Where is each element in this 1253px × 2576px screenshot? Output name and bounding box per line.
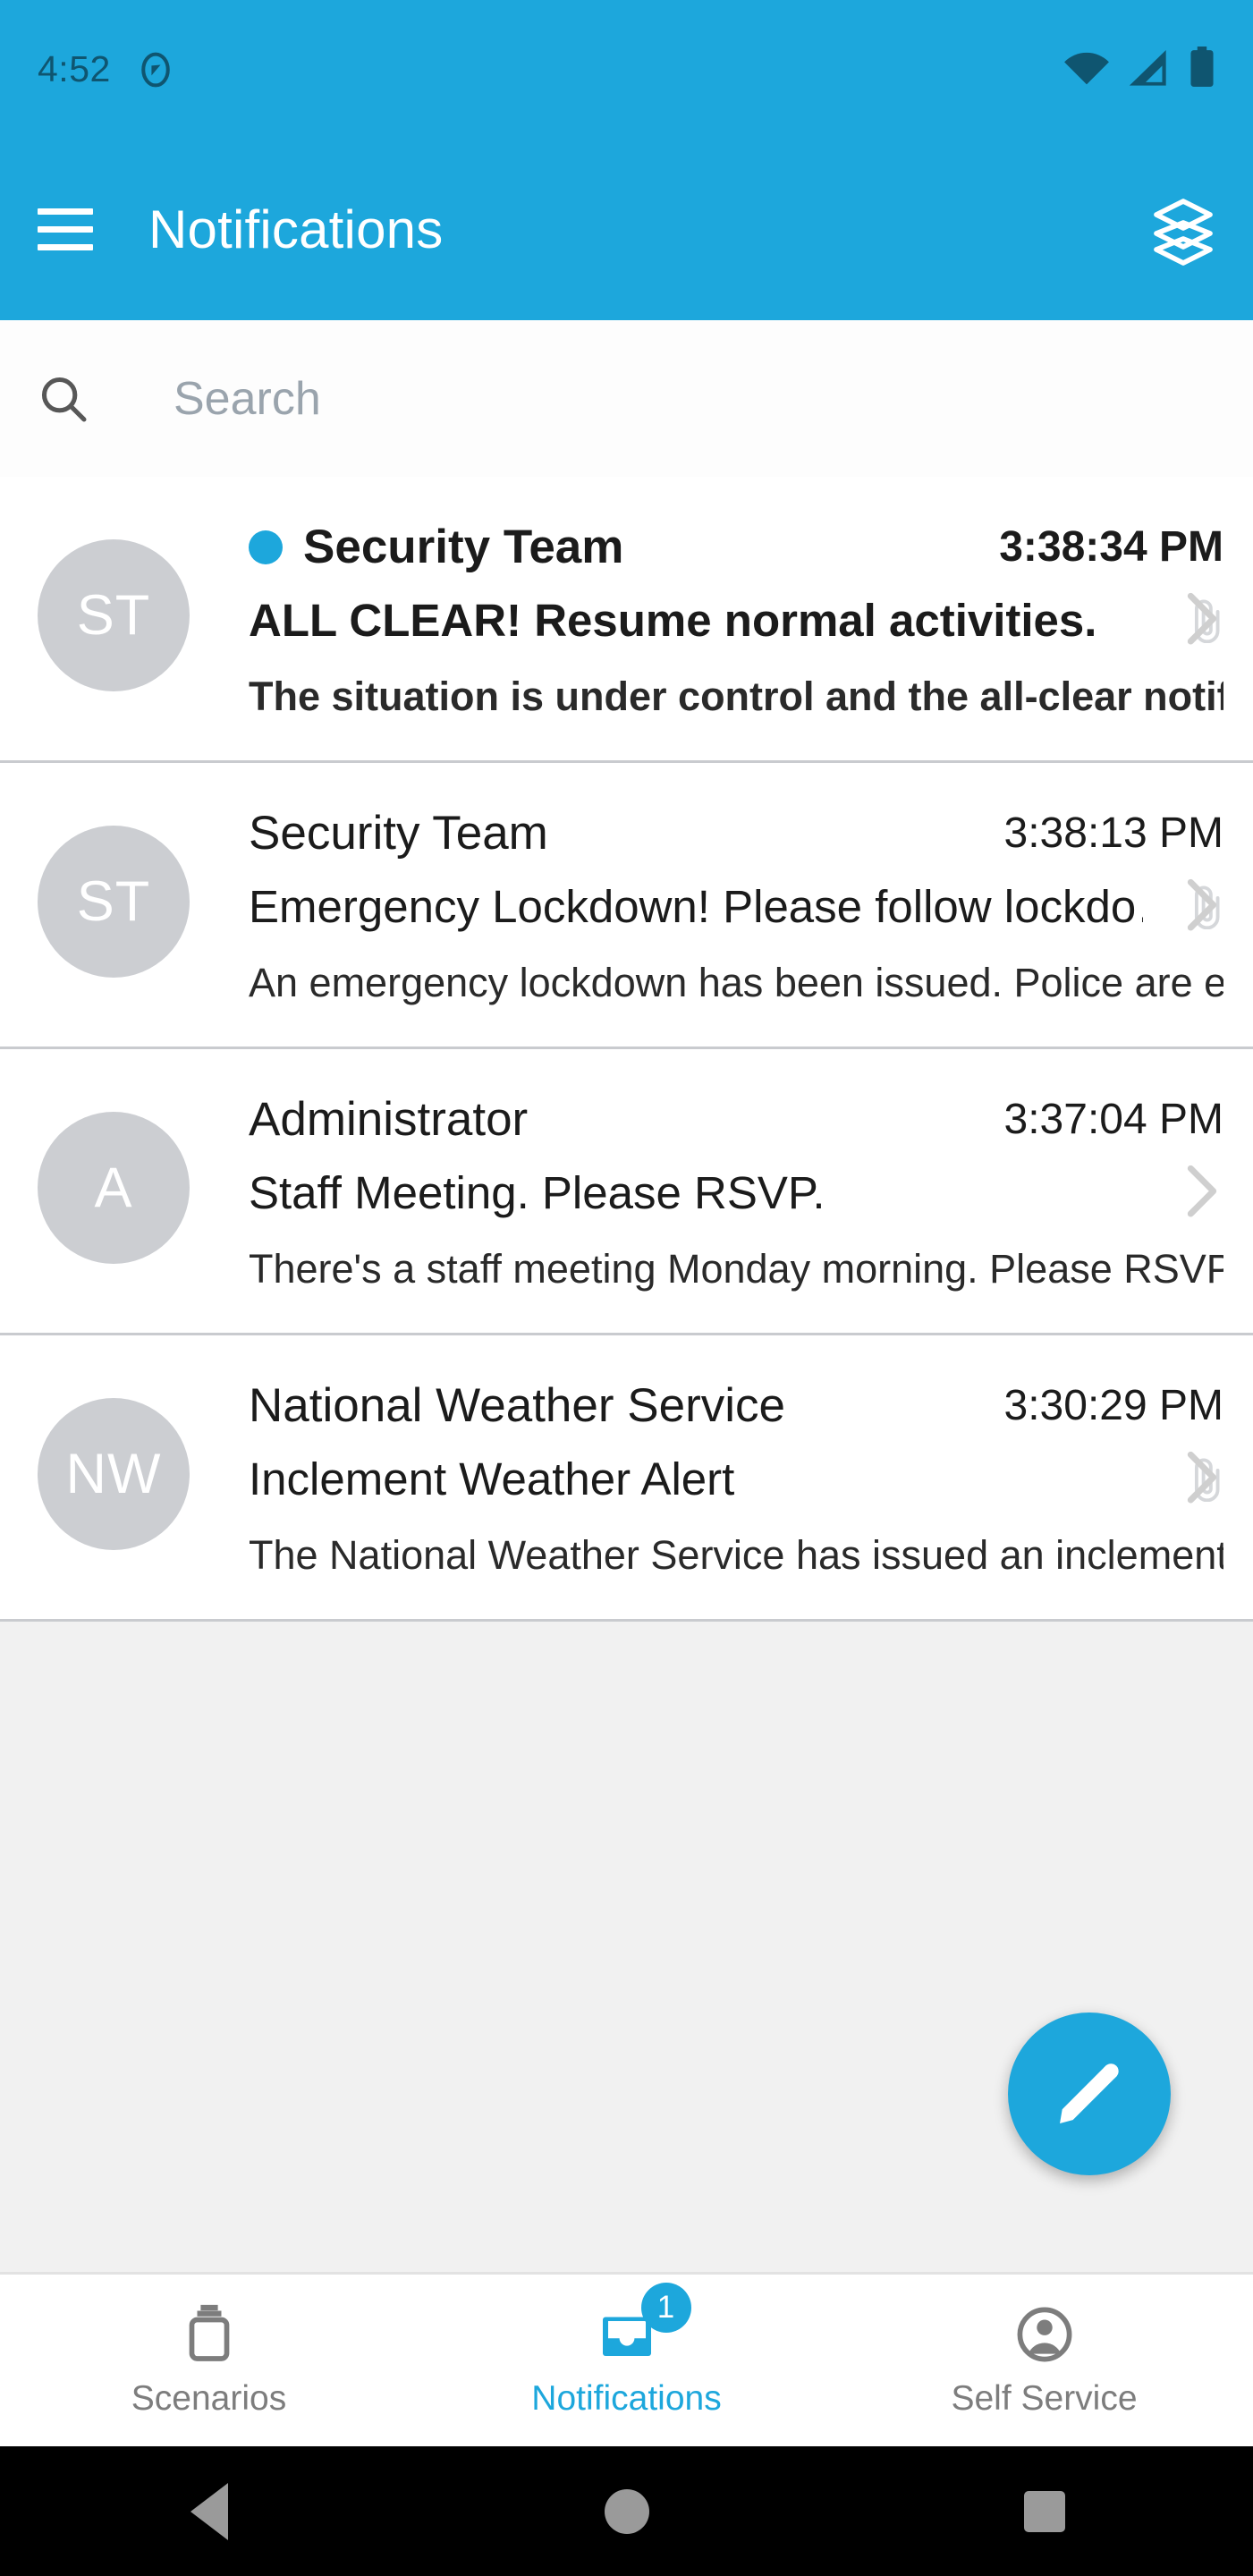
phone-screen: 4:52 Notifications Search ST Security Te… bbox=[0, 0, 1253, 2576]
chevron-right-icon[interactable] bbox=[1185, 1449, 1219, 1506]
tab-notifications[interactable]: 1 Notifications bbox=[418, 2283, 835, 2419]
notification-sender: Administrator bbox=[249, 1093, 529, 1146]
notification-badge: 1 bbox=[640, 2283, 691, 2333]
notification-subject: ALL CLEAR! Resume normal activities. bbox=[249, 595, 1097, 646]
tab-label: Scenarios bbox=[131, 2379, 287, 2418]
chevron-right-icon[interactable] bbox=[1185, 1163, 1219, 1220]
cellular-signal-icon bbox=[1128, 50, 1171, 92]
empty-list-area bbox=[0, 1622, 1253, 2272]
notification-subject: Emergency Lockdown! Please follow lockdo… bbox=[249, 881, 1143, 932]
notification-subject-line: Staff Meeting. Please RSVP. bbox=[249, 1166, 1223, 1219]
layers-stack-icon[interactable] bbox=[1151, 196, 1215, 266]
notification-preview: There's a staff meeting Monday morning. … bbox=[249, 1246, 1223, 1292]
search-bar[interactable]: Search bbox=[0, 320, 1253, 477]
notification-header: Security Team 3:38:34 PM bbox=[249, 520, 1223, 574]
notification-row[interactable]: ST Security Team 3:38:13 PM Emergency Lo… bbox=[0, 763, 1253, 1049]
chevron-right-icon[interactable] bbox=[1185, 590, 1219, 648]
back-triangle-icon[interactable] bbox=[156, 2446, 263, 2576]
avatar: ST bbox=[38, 826, 190, 978]
scenarios-icon bbox=[177, 2302, 241, 2367]
notification-sender: Security Team bbox=[303, 521, 624, 573]
notification-timestamp: 3:30:29 PM bbox=[1003, 1382, 1223, 1429]
home-circle-icon[interactable] bbox=[573, 2446, 681, 2576]
avatar: A bbox=[38, 1112, 190, 1264]
status-bar: 4:52 bbox=[0, 0, 1253, 139]
android-system-nav bbox=[0, 2446, 1253, 2576]
notification-row[interactable]: NW National Weather Service 3:30:29 PM I… bbox=[0, 1335, 1253, 1622]
app-bar: Notifications bbox=[0, 139, 1253, 320]
chevron-right-icon[interactable] bbox=[1185, 877, 1219, 934]
avatar: NW bbox=[38, 1398, 190, 1550]
notification-content: National Weather Service 3:30:29 PM Incl… bbox=[249, 1335, 1223, 1579]
tab-label: Notifications bbox=[531, 2379, 722, 2418]
notification-subject: Inclement Weather Alert bbox=[249, 1453, 735, 1504]
tab-self-service[interactable]: Self Service bbox=[835, 2302, 1253, 2419]
notification-subject-line: Emergency Lockdown! Please follow lockdo… bbox=[249, 880, 1223, 933]
notification-content: Security Team 3:38:13 PM Emergency Lockd… bbox=[249, 763, 1223, 1006]
avatar: ST bbox=[38, 539, 190, 691]
notification-row[interactable]: ST Security Team 3:38:34 PM ALL CLEAR! R… bbox=[0, 477, 1253, 763]
bottom-navigation: Scenarios 1 Notifications Self Service bbox=[0, 2272, 1253, 2446]
notification-row[interactable]: A Administrator 3:37:04 PM Staff Meeting… bbox=[0, 1049, 1253, 1335]
notification-header: Security Team 3:38:13 PM bbox=[249, 806, 1223, 860]
notification-subject-line: ALL CLEAR! Resume normal activities. bbox=[249, 594, 1223, 647]
notification-preview: The National Weather Service has issued … bbox=[249, 1532, 1223, 1578]
notification-sender: Security Team bbox=[249, 807, 548, 860]
compose-pencil-icon bbox=[1060, 2063, 1119, 2123]
notification-timestamp: 3:38:34 PM bbox=[999, 523, 1223, 571]
status-bar-clock: 4:52 bbox=[38, 48, 111, 89]
notification-content: Administrator 3:37:04 PM Staff Meeting. … bbox=[249, 1049, 1223, 1292]
notification-preview: An emergency lockdown has been issued. P… bbox=[249, 960, 1223, 1005]
notification-timestamp: 3:37:04 PM bbox=[1003, 1096, 1223, 1143]
unread-indicator-dot bbox=[249, 530, 283, 564]
notification-timestamp: 3:38:13 PM bbox=[1003, 809, 1223, 857]
tab-label: Self Service bbox=[951, 2379, 1138, 2418]
notification-sender: National Weather Service bbox=[249, 1379, 785, 1432]
hamburger-menu-icon[interactable] bbox=[38, 208, 93, 250]
search-icon bbox=[38, 373, 89, 425]
search-input[interactable]: Search bbox=[174, 372, 321, 426]
tab-scenarios[interactable]: Scenarios bbox=[0, 2302, 418, 2419]
page-title: Notifications bbox=[148, 199, 444, 259]
notification-header: National Weather Service 3:30:29 PM bbox=[249, 1378, 1223, 1433]
wifi-icon bbox=[1063, 50, 1110, 92]
do-not-disturb-icon bbox=[136, 50, 175, 89]
notification-header: Administrator 3:37:04 PM bbox=[249, 1092, 1223, 1147]
status-bar-indicators bbox=[1063, 47, 1215, 92]
compose-fab-button[interactable] bbox=[1008, 2012, 1171, 2175]
battery-icon bbox=[1189, 47, 1215, 92]
inbox-icon: 1 bbox=[595, 2283, 691, 2367]
notification-preview: The situation is under control and the a… bbox=[249, 674, 1223, 719]
notification-content: Security Team 3:38:34 PM ALL CLEAR! Resu… bbox=[249, 477, 1223, 720]
notification-subject-line: Inclement Weather Alert bbox=[249, 1453, 1223, 1505]
account-circle-icon bbox=[1012, 2302, 1077, 2367]
recents-square-icon[interactable] bbox=[991, 2446, 1098, 2576]
notification-subject: Staff Meeting. Please RSVP. bbox=[249, 1167, 825, 1218]
notification-list: ST Security Team 3:38:34 PM ALL CLEAR! R… bbox=[0, 477, 1253, 1622]
